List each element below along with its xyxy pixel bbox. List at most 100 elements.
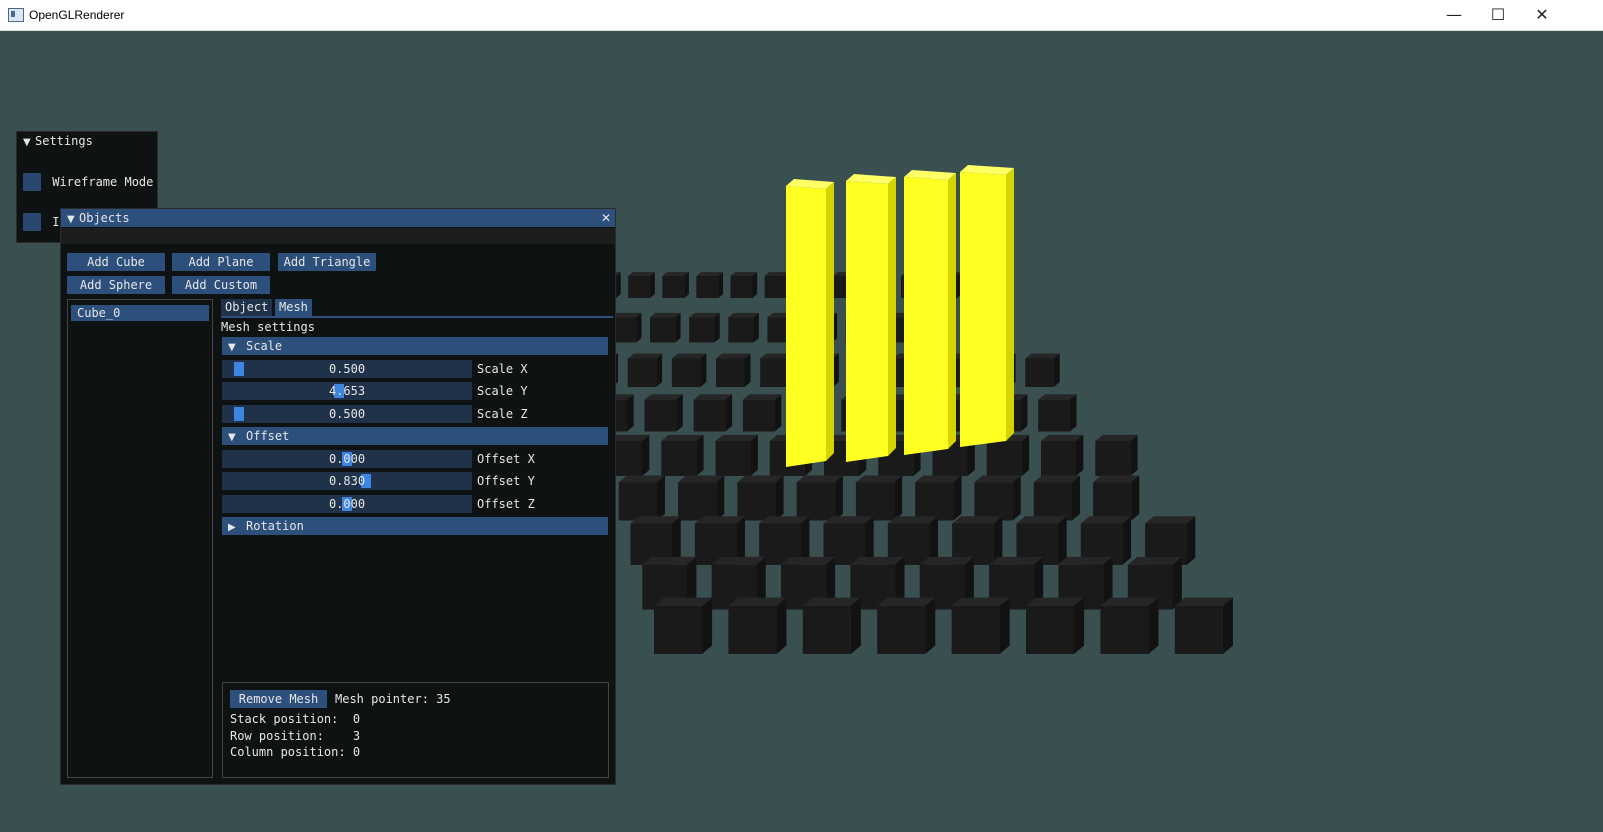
cube-r4-c2-side	[750, 434, 758, 476]
second-checkbox-box[interactable]	[23, 213, 41, 231]
objects-header[interactable]: ▼ Objects ✕	[61, 209, 615, 227]
wireframe-mode-checkbox[interactable]: Wireframe Mode	[23, 173, 153, 191]
scale-x-slider[interactable]: 0.500	[222, 360, 472, 378]
cube-r5-c5-top	[915, 475, 962, 483]
remove-mesh-button[interactable]: Remove Mesh	[230, 690, 327, 708]
objects-close-icon[interactable]: ✕	[601, 209, 611, 227]
cube-r0-c5-side	[752, 272, 758, 298]
cube-r8-c4-front	[951, 606, 1000, 654]
maximize-button[interactable]: ☐	[1475, 0, 1521, 30]
close-icon: ✕	[1535, 5, 1549, 24]
cube-r5-c2-side	[775, 475, 784, 521]
cube-r3-c9-front	[1038, 399, 1070, 432]
offset-z-slider[interactable]: 0.000	[222, 495, 472, 513]
cube-r8-c5-front	[1026, 606, 1074, 654]
cube-r0-c5-top	[730, 272, 758, 276]
cube-r4-c1-side	[696, 434, 704, 476]
tab-mesh[interactable]: Mesh	[275, 299, 312, 316]
cube-r5-c4-top	[855, 475, 903, 483]
cube-r5-c2-front	[737, 482, 776, 521]
wireframe-checkbox-box[interactable]	[23, 173, 41, 191]
cube-r6-c8-top	[1145, 516, 1196, 524]
cube-r4-c9-front	[1095, 441, 1131, 476]
offset-x-slider[interactable]: 0.000	[222, 450, 472, 468]
cube-r0-c4-front	[696, 276, 719, 298]
cube-r4-c9-side	[1130, 434, 1138, 476]
offset-z-value: 0.000	[328, 497, 366, 511]
cube-r8-c1-side	[776, 597, 787, 654]
cube-r7-c5-top	[989, 556, 1044, 565]
cube-r5-c7-front	[1033, 482, 1073, 521]
settings-header[interactable]: ▼ Settings	[17, 132, 157, 150]
scale-z-label: Scale Z	[477, 407, 528, 421]
tab-object[interactable]: Object	[221, 299, 273, 316]
cube-r8-c0-front	[654, 606, 702, 654]
collapse-arrow-icon[interactable]: ▼	[23, 134, 35, 152]
cube-r2-c4-front	[760, 358, 789, 387]
cube-r3-c1-side	[676, 394, 683, 432]
cube-r4-c1-front	[661, 441, 697, 476]
cube-r0-c4-side	[718, 272, 724, 298]
cube-r8-c3-top	[877, 597, 936, 606]
cube-r3-c8-side	[1020, 394, 1028, 432]
cube-r2-c3-top	[716, 353, 751, 359]
cube-r4-c8-side	[1076, 434, 1084, 476]
add-custom-button[interactable]: Add Custom	[172, 276, 270, 294]
scale-z-slider[interactable]: 0.500	[222, 405, 472, 423]
tab-bar: Object Mesh	[221, 299, 613, 319]
cube-r2-c2-side	[700, 353, 707, 387]
add-cube-button[interactable]: Add Cube	[67, 253, 165, 271]
scale-y-slider[interactable]: 4.653	[222, 382, 472, 400]
stack-position-text: Stack position: 0	[230, 712, 361, 726]
cube-r5-c3-front	[796, 482, 835, 521]
cube-r5-c6-top	[974, 475, 1021, 483]
cube-r8-c5-top	[1026, 597, 1085, 606]
add-plane-button[interactable]: Add Plane	[172, 253, 270, 271]
minimize-button[interactable]: —	[1431, 0, 1477, 30]
objects-window[interactable]: ▼ Objects ✕ Add Cube Add Plane Add Triang…	[60, 208, 616, 785]
scale-z-value: 0.500	[328, 407, 366, 421]
cube-r0-c4-top	[696, 272, 724, 276]
cube-r8-c6-top	[1100, 597, 1159, 606]
objects-title: Objects	[79, 211, 130, 225]
scale-header[interactable]: ▼ Scale	[222, 337, 608, 355]
offset-header[interactable]: ▼ Offset	[222, 427, 608, 445]
close-button[interactable]: ✕	[1519, 0, 1565, 30]
cube-r0-c3-top	[662, 272, 689, 276]
cube-r6-c6-side	[1057, 516, 1067, 565]
cube-r0-c6-front	[764, 276, 787, 298]
object-list[interactable]: Cube_0	[67, 299, 213, 778]
list-item-cube-0[interactable]: Cube_0	[71, 305, 209, 321]
offset-y-slider[interactable]: 0.830	[222, 472, 472, 490]
cube-r8-c0-top	[654, 597, 713, 606]
cube-r7-c7-top	[1127, 556, 1182, 565]
cube-r3-c3-top	[742, 394, 782, 400]
cube-r6-c6-top	[1016, 516, 1067, 524]
cube-r8-c3-side	[925, 597, 936, 654]
cube-r5-c1-front	[678, 482, 717, 521]
add-sphere-button[interactable]: Add Sphere	[67, 276, 165, 294]
cube-r5-c8-side	[1131, 475, 1140, 521]
cube-r1-c3-top	[689, 312, 720, 318]
tab-underline	[221, 316, 613, 318]
rotation-header[interactable]: ▶ Rotation	[222, 517, 608, 535]
cube-r3-c1-front	[644, 399, 677, 432]
cube-r7-c1-top	[711, 556, 766, 565]
cube-r5-c1-top	[678, 475, 725, 483]
cube-r5-c8-top	[1093, 475, 1140, 483]
cube-r2-c10-side	[1053, 353, 1060, 387]
add-triangle-button[interactable]: Add Triangle	[278, 253, 376, 271]
cube-r2-c1-side	[656, 353, 663, 387]
cube-r6-c2-top	[759, 516, 810, 524]
cube-r5-c0-front	[618, 482, 657, 521]
collapse-arrow-icon[interactable]: ▼	[67, 211, 79, 229]
cube-r5-c4-front	[855, 482, 895, 521]
cube-r8-c5-side	[1074, 597, 1085, 654]
yellow-pillar-3-side	[1006, 168, 1014, 441]
cube-r4-c1-top	[661, 434, 704, 441]
cube-r0-c1-side	[616, 272, 621, 298]
cube-r6-c3-top	[823, 516, 874, 524]
cube-r0-c2-top	[628, 272, 655, 276]
cube-r2-c3-front	[716, 358, 745, 387]
cube-r3-c3-front	[742, 399, 775, 432]
